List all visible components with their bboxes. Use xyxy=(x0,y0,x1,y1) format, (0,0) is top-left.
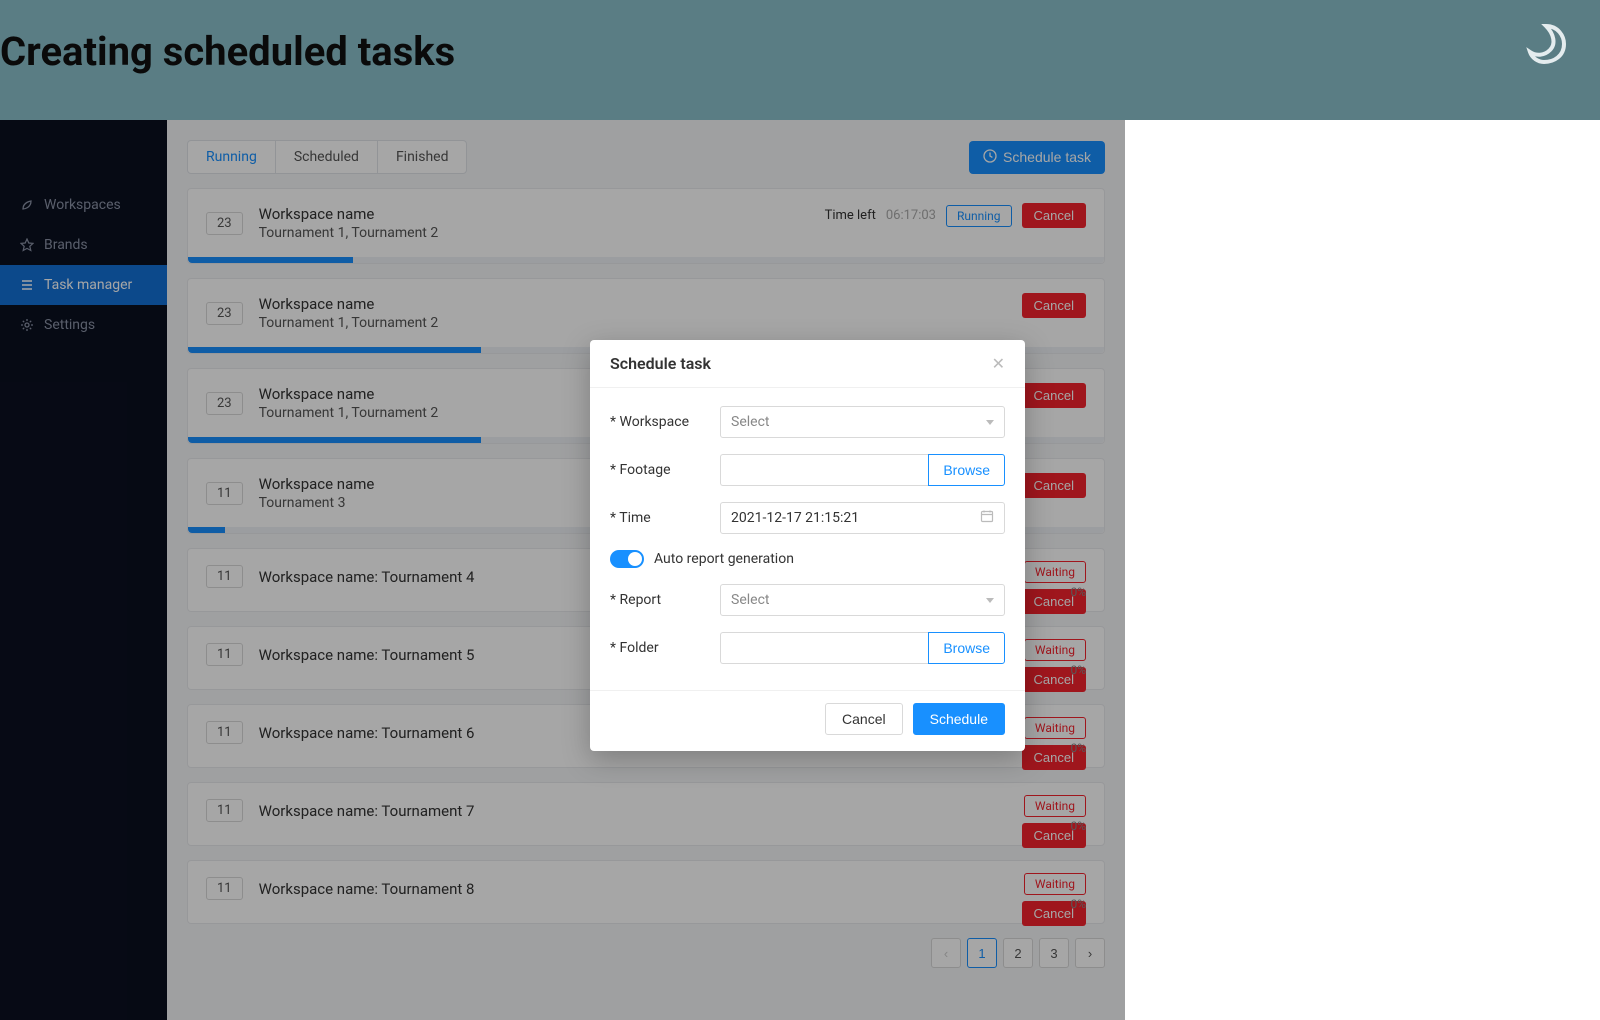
select-placeholder: Select xyxy=(731,414,769,430)
close-icon[interactable]: ✕ xyxy=(992,354,1005,373)
time-value: 2021-12-17 21:15:21 xyxy=(731,510,859,526)
time-label: Time xyxy=(610,510,720,526)
footage-input[interactable] xyxy=(720,454,928,486)
brand-logo-icon xyxy=(1522,20,1570,72)
page-title: Creating scheduled tasks xyxy=(0,28,455,75)
page-header: Creating scheduled tasks xyxy=(0,0,1600,120)
workspace-label: Workspace xyxy=(610,414,720,430)
modal-cancel-button[interactable]: Cancel xyxy=(825,703,903,735)
schedule-task-modal: Schedule task ✕ Workspace Select Footage… xyxy=(590,340,1025,751)
auto-report-toggle[interactable] xyxy=(610,550,644,568)
report-select[interactable]: Select xyxy=(720,584,1005,616)
calendar-icon xyxy=(980,509,994,527)
select-placeholder: Select xyxy=(731,592,769,608)
report-label: Report xyxy=(610,592,720,608)
auto-report-label: Auto report generation xyxy=(654,551,794,567)
modal-title: Schedule task xyxy=(610,354,711,373)
footage-browse-button[interactable]: Browse xyxy=(928,454,1005,486)
footage-label: Footage xyxy=(610,462,720,478)
switch-knob-icon xyxy=(628,552,642,566)
time-input[interactable]: 2021-12-17 21:15:21 xyxy=(720,502,1005,534)
workspace-select[interactable]: Select xyxy=(720,406,1005,438)
folder-browse-button[interactable]: Browse xyxy=(928,632,1005,664)
modal-schedule-button[interactable]: Schedule xyxy=(913,703,1005,735)
folder-label: Folder xyxy=(610,640,720,656)
folder-input[interactable] xyxy=(720,632,928,664)
